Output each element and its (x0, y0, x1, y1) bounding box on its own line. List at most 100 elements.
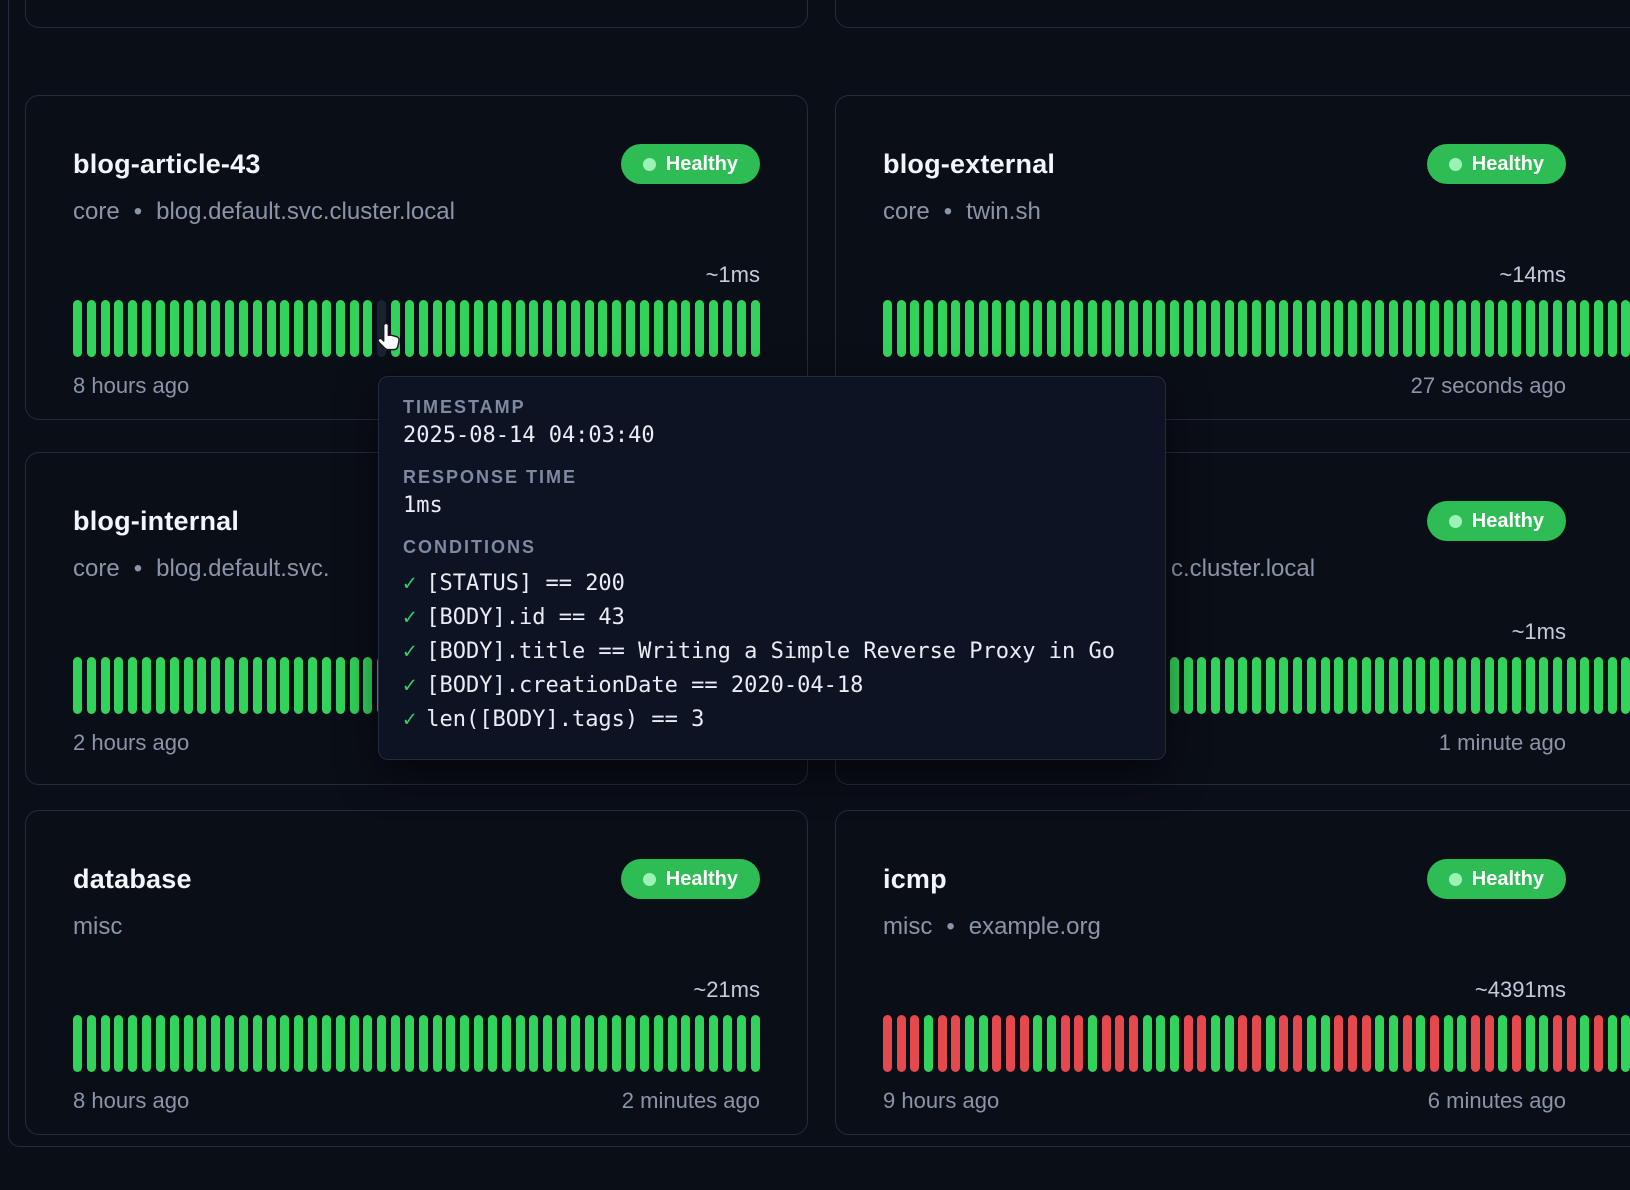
status-bar-up[interactable] (1321, 300, 1330, 357)
status-bar-up[interactable] (1293, 657, 1302, 714)
status-bar-hover[interactable] (377, 300, 386, 357)
status-bar-up[interactable] (1129, 300, 1138, 357)
status-bar-up[interactable] (529, 1015, 538, 1072)
status-bar-down[interactable] (1362, 1015, 1371, 1072)
status-bar-down[interactable] (1512, 1015, 1521, 1072)
status-bar-up[interactable] (1416, 1015, 1425, 1072)
status-bar-up[interactable] (951, 300, 960, 357)
status-bar-up[interactable] (1553, 300, 1562, 357)
status-bar-up[interactable] (170, 300, 179, 357)
status-bar-up[interactable] (1389, 657, 1398, 714)
status-bar-down[interactable] (1102, 1015, 1111, 1072)
status-bar-up[interactable] (253, 300, 262, 357)
status-bar-up[interactable] (924, 1015, 933, 1072)
status-bar-down[interactable] (1020, 1015, 1029, 1072)
status-bar-up[interactable] (1457, 300, 1466, 357)
status-bar-up[interactable] (737, 1015, 746, 1072)
status-bar-up[interactable] (1307, 657, 1316, 714)
status-bar-up[interactable] (1567, 657, 1576, 714)
status-bar-up[interactable] (1608, 657, 1617, 714)
status-bar-up[interactable] (709, 300, 718, 357)
status-bar-down[interactable] (1129, 1015, 1138, 1072)
status-bar-up[interactable] (239, 300, 248, 357)
status-bar-up[interactable] (1088, 300, 1097, 357)
status-bar-up[interactable] (363, 300, 372, 357)
status-bar-up[interactable] (114, 300, 123, 357)
status-bar-up[interactable] (156, 300, 165, 357)
status-bar-up[interactable] (294, 657, 303, 714)
status-bar-up[interactable] (87, 300, 96, 357)
status-bar-up[interactable] (488, 300, 497, 357)
status-bar-up[interactable] (1266, 1015, 1275, 1072)
status-bar-up[interactable] (1184, 300, 1193, 357)
status-bar-up[interactable] (992, 300, 1001, 357)
status-bar-up[interactable] (516, 1015, 525, 1072)
status-bar-up[interactable] (654, 300, 663, 357)
status-bar-up[interactable] (391, 1015, 400, 1072)
status-bar-down[interactable] (1252, 1015, 1261, 1072)
status-bar-up[interactable] (253, 657, 262, 714)
status-bar-up[interactable] (280, 1015, 289, 1072)
status-bar-up[interactable] (350, 1015, 359, 1072)
status-bar-down[interactable] (1334, 1015, 1343, 1072)
status-bar-up[interactable] (308, 1015, 317, 1072)
status-bar-up[interactable] (87, 657, 96, 714)
status-bar-up[interactable] (1184, 657, 1193, 714)
status-bar-down[interactable] (1403, 1015, 1412, 1072)
status-bar-up[interactable] (1539, 1015, 1548, 1072)
status-bar-up[interactable] (474, 300, 483, 357)
status-bar-up[interactable] (1485, 300, 1494, 357)
status-bar-up[interactable] (1307, 300, 1316, 357)
status-bar-up[interactable] (1526, 300, 1535, 357)
status-bar-up[interactable] (128, 657, 137, 714)
status-bar-up[interactable] (308, 657, 317, 714)
status-bar-up[interactable] (1498, 657, 1507, 714)
status-bar-up[interactable] (1444, 300, 1453, 357)
status-bar-up[interactable] (460, 300, 469, 357)
status-bar-up[interactable] (336, 1015, 345, 1072)
status-bar-up[interactable] (910, 300, 919, 357)
status-bar-up[interactable] (280, 300, 289, 357)
status-bar-up[interactable] (1348, 300, 1357, 357)
status-bar-up[interactable] (681, 1015, 690, 1072)
status-bar-down[interactable] (1485, 1015, 1494, 1072)
status-bar-up[interactable] (474, 1015, 483, 1072)
status-bar-up[interactable] (239, 657, 248, 714)
status-bar-down[interactable] (1567, 1015, 1576, 1072)
status-bar-up[interactable] (938, 300, 947, 357)
status-bar-up[interactable] (516, 300, 525, 357)
status-bar-up[interactable] (654, 1015, 663, 1072)
status-bar-up[interactable] (502, 1015, 511, 1072)
status-bar-up[interactable] (350, 657, 359, 714)
status-bar-up[interactable] (1457, 1015, 1466, 1072)
status-bar-up[interactable] (197, 300, 206, 357)
status-bar-up[interactable] (897, 300, 906, 357)
status-bar-up[interactable] (1088, 1015, 1097, 1072)
status-bar-up[interactable] (979, 300, 988, 357)
status-bar-down[interactable] (1074, 1015, 1083, 1072)
status-bar-up[interactable] (1170, 300, 1179, 357)
status-bar-up[interactable] (267, 1015, 276, 1072)
status-bar-up[interactable] (1526, 657, 1535, 714)
status-bar-up[interactable] (1512, 300, 1521, 357)
status-bar-up[interactable] (924, 300, 933, 357)
status-bar-up[interactable] (419, 300, 428, 357)
status-bar-up[interactable] (211, 300, 220, 357)
status-bar-up[interactable] (1020, 300, 1029, 357)
status-bar-down[interactable] (1430, 1015, 1439, 1072)
status-bar-down[interactable] (1594, 1015, 1603, 1072)
status-bar-up[interactable] (1375, 300, 1384, 357)
status-bar-up[interactable] (446, 300, 455, 357)
status-bar-up[interactable] (73, 1015, 82, 1072)
status-bar-up[interactable] (1252, 657, 1261, 714)
status-bar-down[interactable] (1293, 1015, 1302, 1072)
status-bar-up[interactable] (184, 1015, 193, 1072)
status-bar-up[interactable] (585, 1015, 594, 1072)
status-bar-up[interactable] (1143, 300, 1152, 357)
status-bar-up[interactable] (737, 300, 746, 357)
status-bar-up[interactable] (1293, 300, 1302, 357)
status-bar-up[interactable] (142, 300, 151, 357)
status-bar-up[interactable] (267, 300, 276, 357)
status-bar-up[interactable] (1156, 300, 1165, 357)
status-bar-up[interactable] (1621, 300, 1630, 357)
